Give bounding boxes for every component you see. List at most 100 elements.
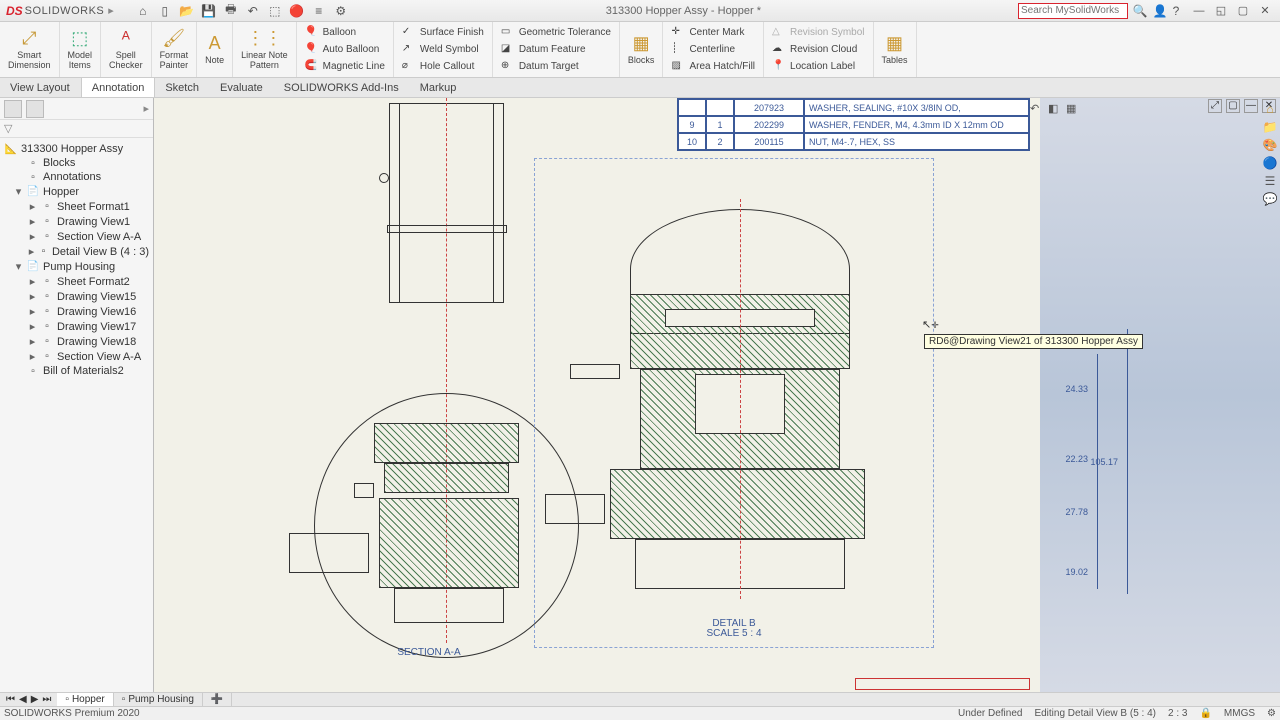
expand-icon[interactable]: ▸	[28, 200, 37, 213]
tree-item[interactable]: ▸▫Drawing View16	[0, 304, 153, 319]
smart-dimension-button[interactable]: ⤢Smart Dimension	[0, 22, 60, 77]
tree-item[interactable]: ▸▫Drawing View1	[0, 214, 153, 229]
restore-button[interactable]: ◱	[1214, 4, 1228, 18]
dimension[interactable]: 22.23	[1065, 454, 1088, 464]
home-icon[interactable]: ⌂	[1262, 102, 1278, 118]
hole-callout-button[interactable]: ⌀Hole Callout	[398, 59, 488, 75]
centerline-button[interactable]: ┊Centerline	[667, 42, 759, 58]
close-button[interactable]: ✕	[1258, 4, 1272, 18]
tab-annotation[interactable]: Annotation	[81, 78, 156, 97]
revision-cloud-button[interactable]: ☁Revision Cloud	[768, 42, 868, 58]
section-view-a[interactable]: SECTION A-A	[284, 103, 574, 648]
min-icon[interactable]: —	[1244, 99, 1258, 113]
minimize-button[interactable]: —	[1192, 4, 1206, 18]
expand-icon[interactable]: ▾	[14, 185, 23, 198]
open-icon[interactable]: 📂	[179, 3, 195, 19]
geometric-tolerance-button[interactable]: ▭Geometric Tolerance	[497, 25, 615, 41]
tree-item[interactable]: ▫Annotations	[0, 170, 153, 184]
tree-item[interactable]: ▸▫Section View A-A	[0, 349, 153, 364]
tree-item[interactable]: ▸▫Drawing View17	[0, 319, 153, 334]
status-scale[interactable]: 2 : 3	[1168, 708, 1187, 719]
datum-target-button[interactable]: ⊕Datum Target	[497, 59, 615, 75]
blocks-button[interactable]: ▦Blocks	[620, 22, 664, 77]
tree-item[interactable]: ▸▫Sheet Format1	[0, 199, 153, 214]
resources-icon[interactable]: 📁	[1262, 120, 1278, 136]
gear-icon[interactable]: ⚙	[333, 3, 349, 19]
fm-tab2-icon[interactable]	[26, 100, 44, 118]
dimension[interactable]: 105.17	[1090, 457, 1118, 467]
format-painter-button[interactable]: 🖌Format Painter	[152, 22, 198, 77]
save-icon[interactable]: 💾	[201, 3, 217, 19]
section-icon[interactable]: ◧	[1048, 102, 1062, 116]
tree-item[interactable]: ▸▫Section View A-A	[0, 229, 153, 244]
spell-checker-button[interactable]: ᴬSpell Checker	[101, 22, 152, 77]
palette-icon[interactable]: 🎨	[1262, 138, 1278, 154]
location-label-button[interactable]: 📍Location Label	[768, 59, 868, 75]
tree-item[interactable]: ▸▫Drawing View15	[0, 289, 153, 304]
expand-icon[interactable]: ▸	[28, 350, 37, 363]
lock-icon[interactable]: 🔒	[1199, 708, 1211, 719]
bom-table[interactable]: 207923WASHER, SEALING, #10X 3/8IN OD,912…	[677, 98, 1030, 151]
add-sheet-button[interactable]: ➕	[203, 693, 232, 706]
tree-item[interactable]: ▫Bill of Materials2	[0, 364, 153, 378]
property-icon[interactable]: ☰	[1262, 174, 1278, 190]
chevron-right-icon[interactable]: ▸	[143, 102, 149, 115]
home-icon[interactable]: ⌂	[135, 3, 151, 19]
bom-row[interactable]: 91202299WASHER, FENDER, M4, 4.3mm ID X 1…	[678, 116, 1029, 133]
linear-note-pattern-button[interactable]: ⋮⋮Linear Note Pattern	[233, 22, 297, 77]
filter-icon[interactable]: ▽	[4, 122, 12, 135]
last-sheet-icon[interactable]: ⏭	[42, 694, 51, 705]
tree-item[interactable]: ▸▫Detail View B (4 : 3)	[0, 244, 153, 259]
tree-item[interactable]: ▸▫Sheet Format2	[0, 274, 153, 289]
select-icon[interactable]: ⬚	[267, 3, 283, 19]
expand-icon[interactable]: ▸	[28, 335, 37, 348]
status-gear-icon[interactable]: ⚙	[1267, 708, 1276, 719]
tab-markup[interactable]: Markup	[410, 78, 468, 97]
user-icon[interactable]: 👤	[1152, 3, 1168, 19]
options-icon[interactable]: ≡	[311, 3, 327, 19]
first-sheet-icon[interactable]: ⏮	[6, 694, 15, 705]
maximize-button[interactable]: ▢	[1236, 4, 1250, 18]
prev-sheet-icon[interactable]: ◀	[19, 694, 27, 705]
expand-icon[interactable]: ▸	[28, 275, 37, 288]
drawing-canvas[interactable]: ⤢ ▢ — ✕ 🔍 ⬚ ↶ ◧ ▦ 207923WASHER, SEALING,…	[154, 98, 1280, 692]
status-units[interactable]: MMGS	[1224, 708, 1255, 719]
forum-icon[interactable]: 💬	[1262, 192, 1278, 208]
dimension[interactable]: 19.02	[1065, 567, 1088, 577]
model-items-button[interactable]: ⬚Model Items	[60, 22, 102, 77]
chevron-right-icon[interactable]: ▸	[108, 4, 114, 17]
area-hatch-button[interactable]: ▨Area Hatch/Fill	[667, 59, 759, 75]
undo-icon[interactable]: ↶	[245, 3, 261, 19]
expand-icon[interactable]: ▸	[28, 230, 37, 243]
print-icon[interactable]: 🖶	[223, 3, 239, 19]
fm-tab-icon[interactable]	[4, 100, 22, 118]
bom-row[interactable]: 102200115NUT, M4-.7, HEX, SS	[678, 133, 1029, 150]
expand-icon[interactable]: ▸	[28, 305, 37, 318]
dimension[interactable]: 27.78	[1065, 507, 1088, 517]
balloon-button[interactable]: 🎈Balloon	[301, 25, 389, 41]
tables-button[interactable]: ▦Tables	[874, 22, 917, 77]
expand-icon[interactable]: ▸	[28, 215, 37, 228]
expand-icon[interactable]: ▸	[28, 320, 37, 333]
tab-evaluate[interactable]: Evaluate	[210, 78, 274, 97]
tree-root[interactable]: 📐 313300 Hopper Assy	[0, 142, 153, 156]
sheet-tab-hopper[interactable]: ▫Hopper	[57, 693, 113, 706]
next-sheet-icon[interactable]: ▶	[31, 694, 39, 705]
expand-icon[interactable]: ▸	[28, 245, 35, 258]
tree-item[interactable]: ▸▫Drawing View18	[0, 334, 153, 349]
tree-item[interactable]: ▾📄Pump Housing	[0, 259, 153, 274]
new-icon[interactable]: ▯	[157, 3, 173, 19]
search-input[interactable]	[1018, 3, 1128, 19]
rebuild-icon[interactable]: 🔴	[289, 3, 305, 19]
display-icon[interactable]: ▦	[1066, 102, 1080, 116]
dimension[interactable]: 24.33	[1065, 384, 1088, 394]
magnetic-line-button[interactable]: 🧲Magnetic Line	[301, 59, 389, 75]
tile-icon[interactable]: ▢	[1226, 99, 1240, 113]
tab-addins[interactable]: SOLIDWORKS Add-Ins	[274, 78, 410, 97]
expand-icon[interactable]: ▸	[28, 290, 37, 303]
center-mark-button[interactable]: ✛Center Mark	[667, 25, 759, 41]
expand-icon[interactable]: ▾	[14, 260, 23, 273]
prev-view-icon[interactable]: ↶	[1030, 102, 1044, 116]
help-icon[interactable]: ?	[1168, 3, 1184, 19]
sheet-tab-pump-housing[interactable]: ▫Pump Housing	[114, 693, 203, 706]
